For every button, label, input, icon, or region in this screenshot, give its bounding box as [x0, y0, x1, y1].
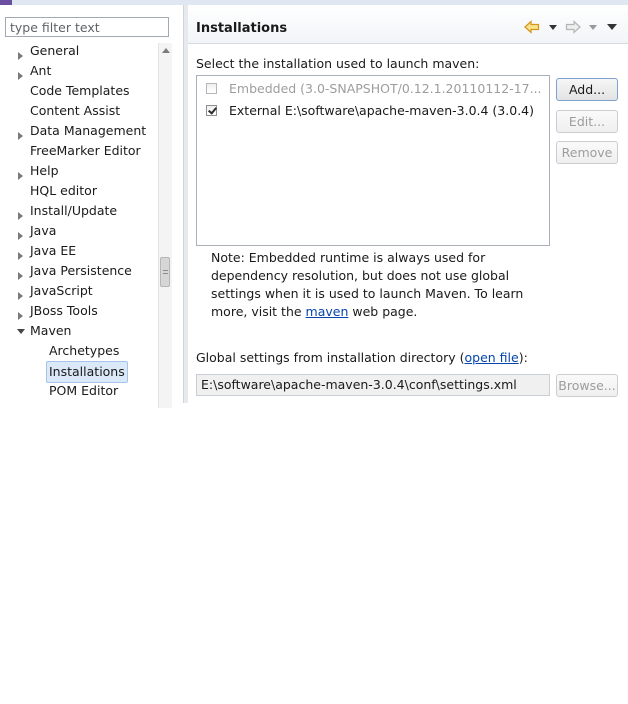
tree-item-label: Java: [30, 223, 57, 238]
browse-button[interactable]: Browse...: [556, 374, 618, 397]
open-file-link[interactable]: open file: [465, 350, 519, 365]
preference-tree-pane: General Ant Code Templates Content Assist Da…: [0, 5, 456, 704]
maven-link[interactable]: maven: [306, 304, 349, 319]
installation-label: External E:\software\apache-maven-3.0.4 …: [229, 103, 534, 118]
tree-item-label: Java Persistence: [30, 263, 132, 278]
chevron-down-icon[interactable]: [16, 321, 26, 341]
tree-item-label: General: [30, 43, 80, 58]
preference-page: Installations Select the installation us…: [188, 5, 628, 403]
back-arrow-icon[interactable]: [524, 20, 540, 36]
tree-item-label: Ant: [30, 63, 52, 78]
back-dropdown-chevron-down-icon[interactable]: [548, 20, 558, 36]
tree-item-label: POM Editor: [49, 383, 119, 398]
forward-arrow-icon[interactable]: [565, 20, 581, 36]
remove-button[interactable]: Remove: [556, 141, 618, 164]
view-menu-icon[interactable]: [606, 20, 618, 36]
global-settings-path-field[interactable]: E:\software\apache-maven-3.0.4\conf\sett…: [196, 374, 550, 396]
embedded-runtime-note: Note: Embedded runtime is always used fo…: [211, 249, 551, 321]
scroll-thumb[interactable]: [160, 257, 170, 287]
installation-label: Embedded (3.0-SNAPSHOT/0.12.1.20110112-1…: [229, 81, 542, 96]
global-settings-text-end: ):: [518, 350, 528, 365]
installations-list[interactable]: Embedded (3.0-SNAPSHOT/0.12.1.20110112-1…: [196, 75, 550, 246]
installation-instruction: Select the installation used to launch m…: [196, 56, 480, 71]
tree-item-label: Install/Update: [30, 203, 118, 218]
tree-item-label: Installations: [46, 361, 128, 383]
forward-dropdown-chevron-down-icon[interactable]: [588, 20, 598, 36]
edit-button[interactable]: Edit...: [556, 110, 618, 133]
tree-item-label: Archetypes: [49, 343, 120, 358]
tree-item-label: HQL editor: [30, 183, 97, 198]
installation-checkbox[interactable]: [206, 105, 217, 116]
filter-input[interactable]: [5, 17, 169, 37]
tree-item-label: Data Management: [30, 123, 147, 138]
tree-item-label: Maven: [30, 323, 72, 338]
tree-item-label: Code Templates: [30, 83, 130, 98]
tree-item-label: FreeMarker Editor: [30, 143, 141, 158]
tree-item-label: Help: [30, 163, 59, 178]
tree-scrollbar[interactable]: [158, 43, 172, 408]
note-text-end: web page.: [348, 304, 418, 319]
tree-item-label: JBoss Tools: [30, 303, 98, 318]
page-header: Installations: [188, 5, 628, 44]
tree-item-label: Content Assist: [30, 103, 121, 118]
global-settings-text: Global settings from installation direct…: [196, 350, 465, 365]
scroll-up-icon[interactable]: [159, 43, 172, 58]
page-title: Installations: [196, 21, 288, 36]
tree-item-label: JavaScript: [30, 283, 93, 298]
global-settings-label: Global settings from installation direct…: [196, 350, 528, 365]
installation-checkbox[interactable]: [206, 83, 217, 94]
add-button[interactable]: Add...: [556, 78, 618, 101]
tree-item-label: Java EE: [30, 243, 77, 258]
